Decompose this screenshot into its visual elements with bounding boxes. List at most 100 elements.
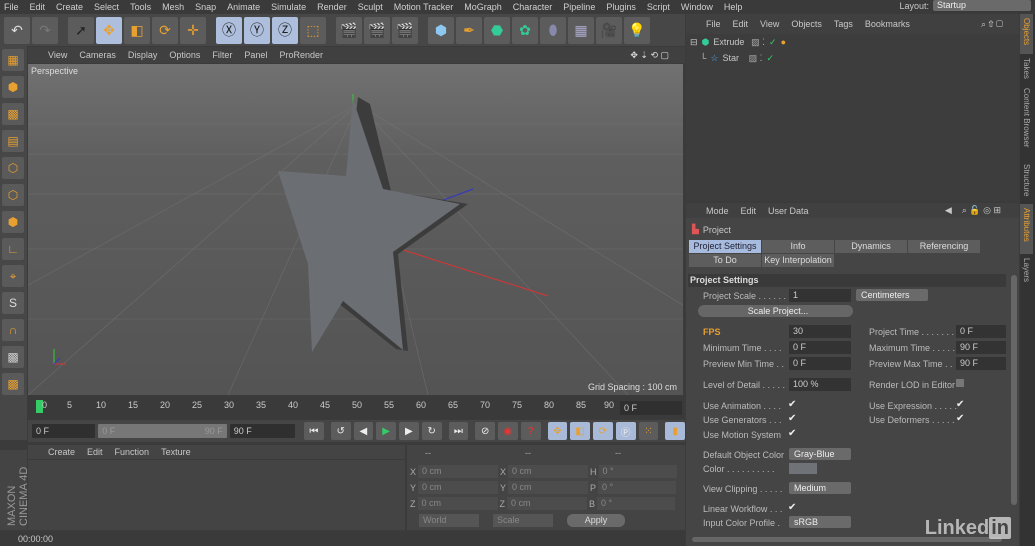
model-mode-icon[interactable]: ⬢ [2,76,24,98]
x-axis-icon[interactable]: Ⓧ [216,16,242,44]
menu-mograph[interactable]: MoGraph [464,2,502,12]
menu-help[interactable]: Help [724,2,743,12]
recent-tool-icon[interactable]: ✛ [180,16,206,44]
object-row-extrude[interactable]: ⊟ ⬢ Extrude ▨ ⁚ ✓ ● [686,34,786,50]
attr-vertical-scrollbar[interactable] [1011,275,1017,505]
viewport-menu-filter[interactable]: Filter [212,50,232,60]
viewport-menu-panel[interactable]: Panel [244,50,267,60]
tab-project-settings[interactable]: Project Settings [689,240,761,253]
use-motion-checkbox[interactable]: ✔ [788,428,796,439]
objects-menu-tags[interactable]: Tags [834,19,853,29]
light-icon[interactable]: 💡 [624,16,650,44]
camera-icon[interactable]: 🎥 [596,16,622,44]
key-scale-icon[interactable]: ◧ [570,422,591,440]
object-name[interactable]: Star [722,53,739,63]
menu-snap[interactable]: Snap [195,2,216,12]
menu-motion-tracker[interactable]: Motion Tracker [394,2,454,12]
rotation-p-field[interactable]: 0 ° [598,481,677,494]
side-tab-structure[interactable]: Structure [1020,160,1033,204]
select-tool-icon[interactable]: ➚ [68,16,94,44]
objects-menu-edit[interactable]: Edit [733,19,749,29]
key-parameter-icon[interactable]: Ⓟ [615,422,636,440]
material-menu-create[interactable]: Create [48,447,75,457]
side-tab-attributes[interactable]: Attributes [1020,204,1033,254]
rotation-h-field[interactable]: 0 ° [598,465,677,478]
use-expression-checkbox[interactable]: ✔ [956,399,964,410]
collapse-icon[interactable]: ⊟ [690,37,698,48]
object-name[interactable]: Extrude [713,37,744,47]
view-clipping-dropdown[interactable]: Medium [789,482,851,494]
units-dropdown[interactable]: Centimeters [856,289,928,301]
end-frame-field[interactable]: 90 F [229,424,296,438]
attr-toolbar-icons[interactable]: ◀ ⌕ 🔓 ◎ ⊞ [945,205,1001,216]
visibility-icon[interactable]: ▨ ⁚ [751,37,765,48]
next-key-icon[interactable]: ↻ [421,422,442,440]
side-tab-layers[interactable]: Layers [1020,254,1033,290]
axis-mode-icon[interactable]: ∟ [2,238,24,260]
menu-animate[interactable]: Animate [227,2,260,12]
viewport-nav-icons[interactable]: ✥ ⇣ ⟲ ▢ [630,50,669,61]
side-tab-objects[interactable]: Objects [1020,14,1033,54]
previous-key-icon[interactable]: ↺ [330,422,351,440]
material-menu-texture[interactable]: Texture [161,447,191,457]
planar-workplane-icon[interactable]: ▩ [2,373,24,395]
fps-field[interactable]: 30 [789,325,851,338]
input-profile-dropdown[interactable]: sRGB [789,516,851,528]
size-x-field[interactable]: 0 cm [508,465,589,478]
position-z-field[interactable]: 0 cm [417,497,498,510]
pen-icon[interactable]: ✒ [456,16,482,44]
objects-menu-bookmarks[interactable]: Bookmarks [865,19,910,29]
render-picture-viewer-icon[interactable]: 🎬 [364,16,390,44]
play-icon[interactable]: ▶ [376,422,397,440]
side-tab-content-browser[interactable]: Content Browser [1020,84,1033,160]
menu-sculpt[interactable]: Sculpt [358,2,383,12]
tab-referencing[interactable]: Referencing [908,240,980,253]
attr-menu-user-data[interactable]: User Data [768,206,809,216]
scale-dropdown[interactable]: Scale [493,514,553,527]
material-menu-edit[interactable]: Edit [87,447,103,457]
lock-workplane-icon[interactable]: ▩ [2,346,24,368]
tab-to-do[interactable]: To Do [689,254,761,267]
linear-workflow-checkbox[interactable]: ✔ [788,502,796,513]
workplane-icon[interactable]: ▤ [2,130,24,152]
menu-mesh[interactable]: Mesh [162,2,184,12]
move-tool-icon[interactable]: ✥ [96,16,122,44]
start-frame-field[interactable]: 0 F [32,424,96,438]
floor-icon[interactable]: ▦ [568,16,594,44]
objects-menu-view[interactable]: View [760,19,779,29]
menu-script[interactable]: Script [647,2,670,12]
magnet-icon[interactable]: ∩ [2,319,24,341]
previous-frame-icon[interactable]: ◀ [353,422,374,440]
scale-tool-icon[interactable]: ◧ [124,16,150,44]
deformer-icon[interactable]: ⬮ [540,16,566,44]
key-rotation-icon[interactable]: ⟳ [593,422,613,440]
menu-tools[interactable]: Tools [130,2,151,12]
menu-create[interactable]: Create [56,2,83,12]
menu-edit[interactable]: Edit [30,2,46,12]
lod-field[interactable]: 100 % [789,378,851,391]
tweak-mode-icon[interactable]: ⌖ [2,265,24,287]
timeline-scheme-icon[interactable]: ▮ [665,422,686,440]
layout-dropdown[interactable]: Startup [933,0,1031,11]
next-frame-icon[interactable]: ▶ [399,422,419,440]
render-settings-icon[interactable]: 🎬 [392,16,418,44]
preview-range-slider[interactable]: 0 F 90 F [98,424,227,438]
viewport-menu-display[interactable]: Display [128,50,158,60]
attr-menu-mode[interactable]: Mode [706,206,729,216]
go-to-end-icon[interactable]: ⏭ [448,422,469,440]
enabled-check-icon[interactable]: ✓ [769,37,777,48]
points-mode-icon[interactable]: ⬡ [2,157,24,179]
viewport[interactable]: Perspective Grid Spacing : 100 cm [28,64,683,395]
make-editable-icon[interactable]: ▦ [2,49,24,71]
world-dropdown[interactable]: World [419,514,479,527]
render-lod-checkbox[interactable] [956,379,964,387]
objects-search-icon[interactable]: ⌕ ⇧ ▢ [981,19,1003,30]
timeline-ruler[interactable]: 0 5 10 15 20 25 30 35 40 45 50 55 60 65 … [28,397,685,419]
preview-max-field[interactable]: 90 F [956,357,1006,370]
menu-character[interactable]: Character [513,2,553,12]
default-color-dropdown[interactable]: Gray-Blue [789,448,851,460]
max-time-field[interactable]: 90 F [956,341,1006,354]
use-animation-checkbox[interactable]: ✔ [788,399,796,410]
y-axis-icon[interactable]: Ⓨ [244,16,270,44]
menu-file[interactable]: File [4,2,19,12]
